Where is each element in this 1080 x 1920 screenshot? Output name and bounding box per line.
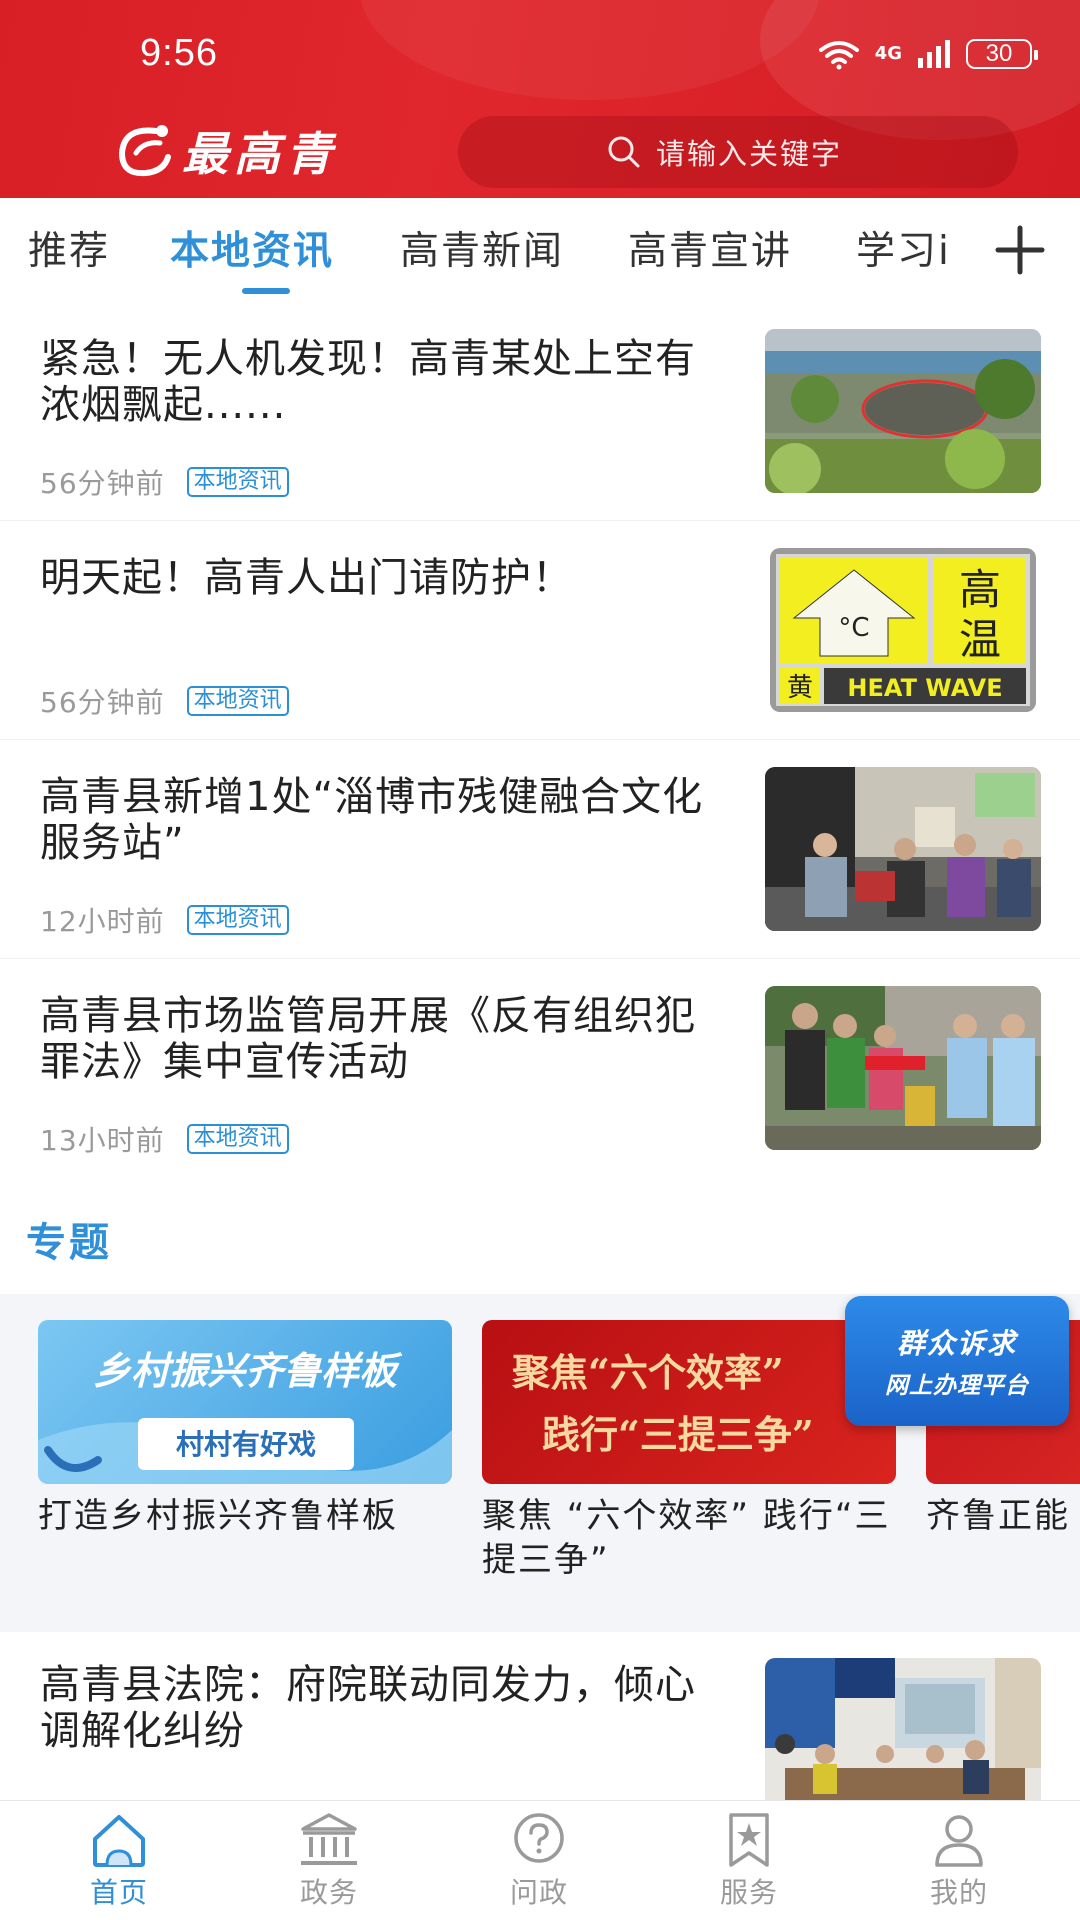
topic-card[interactable]: 聚焦“六个效率” 践行“三提三争” 聚焦 “六个效率” 践行“三提三争” [482, 1320, 896, 1582]
topic-section-header: 专题 [0, 1174, 1080, 1294]
app-header: 9:56 4G 30 最高青 请输入关键字 [0, 0, 1080, 198]
tab-gaoqing-news[interactable]: 高青新闻 [400, 220, 564, 276]
news-item[interactable]: 高青县法院：府院联动同发力，倾心调解化纠纷 [0, 1632, 1080, 1800]
topic-card[interactable]: 乡村振兴齐鲁样板 村村有好戏 打造乡村振兴齐鲁样板 [38, 1320, 452, 1538]
nav-service[interactable]: 服务 [674, 1811, 824, 1911]
heat-wave-warning-sign: °C 高 温 黄 HEAT WAVE [770, 548, 1036, 712]
warning-unit: °C [838, 613, 869, 643]
app-logo[interactable]: 最高青 [116, 118, 338, 184]
news-time: 12小时前 [40, 905, 165, 938]
tab-study[interactable]: 学习i [856, 220, 951, 276]
news-title: 高青县法院：府院联动同发力，倾心调解化纠纷 [40, 1662, 696, 1754]
active-tab-indicator [242, 288, 290, 294]
add-channel-icon[interactable] [992, 222, 1048, 278]
news-title: 明天起！高青人出门请防护！ [40, 555, 573, 601]
news-thumbnail [765, 986, 1041, 1150]
nav-profile[interactable]: 我的 [884, 1811, 1034, 1911]
news-time: 56分钟前 [40, 686, 165, 719]
tab-local-news[interactable]: 本地资讯 [170, 220, 334, 276]
topic-caption: 打造乡村振兴齐鲁样板 [38, 1496, 398, 1536]
news-tag-badge: 本地资讯 [186, 686, 289, 716]
news-thumbnail [765, 1658, 1041, 1800]
bottom-navigation: 首页 政务 问政 服务 我的 [0, 1800, 1080, 1920]
nav-label: 服务 [719, 1876, 778, 1909]
wifi-icon [818, 41, 859, 70]
news-thumbnail: °C 高 温 黄 HEAT WAVE [770, 548, 1036, 712]
header-decoration [360, 0, 820, 100]
court-meeting-photo [765, 1658, 1041, 1800]
news-tag-badge: 本地资讯 [186, 905, 289, 935]
nav-inquiry[interactable]: 问政 [464, 1811, 614, 1911]
status-time: 9:56 [140, 32, 218, 74]
appeal-platform-line2: 网上办理平台 [885, 1373, 1029, 1399]
news-time: 56分钟前 [40, 467, 165, 500]
topic-banner-subtitle: 村村有好戏 [176, 1428, 316, 1461]
topic-banner-art: 聚焦“六个效率” 践行“三提三争” [511, 1350, 814, 1457]
network-type: 4G [874, 43, 902, 64]
topic-banner-subtitle: 践行“三提三争” [542, 1412, 814, 1457]
topic-caption: 齐鲁正能 [926, 1496, 1070, 1536]
news-time: 13小时前 [40, 1124, 165, 1157]
nav-government[interactable]: 政务 [254, 1811, 404, 1911]
nav-label: 首页 [89, 1876, 148, 1909]
service-station-photo [765, 767, 1041, 931]
topic-banner-art: 乡村振兴齐鲁样板 村村有好戏 [38, 1349, 452, 1484]
news-title: 紧急！无人机发现！高青某处上空有浓烟飘起...... [40, 336, 696, 428]
news-meta: 13小时前 本地资讯 [40, 1119, 289, 1159]
logo-mark-icon [118, 125, 171, 177]
news-item[interactable]: 高青县市场监管局开展《反有组织犯罪法》集中宣传活动 13小时前 本地资讯 [0, 959, 1080, 1178]
topic-banner-title: 聚焦“六个效率” [511, 1350, 784, 1395]
news-meta: 56分钟前 本地资讯 [40, 462, 289, 502]
home-icon [93, 1815, 145, 1867]
bookmark-star-icon [729, 1813, 769, 1867]
appeal-platform-line1: 群众诉求 [896, 1327, 1017, 1360]
search-icon [608, 136, 640, 168]
signal-icon [918, 40, 950, 68]
appeal-platform-button[interactable]: 群众诉求 网上办理平台 [845, 1296, 1069, 1426]
propaganda-activity-photo [765, 986, 1041, 1150]
nav-label: 问政 [509, 1876, 568, 1909]
news-thumbnail [765, 767, 1041, 931]
user-icon [935, 1815, 983, 1867]
news-item[interactable]: 高青县新增1处“淄博市残健融合文化服务站” 12小时前 本地资讯 [0, 740, 1080, 959]
tab-gaoqing-lecture[interactable]: 高青宣讲 [628, 220, 792, 276]
topic-banner-title: 乡村振兴齐鲁样板 [93, 1349, 403, 1393]
warning-level: 黄 [787, 673, 813, 703]
channel-tabs: 推荐 本地资讯 高青新闻 高青宣讲 学习i [0, 198, 1080, 302]
search-placeholder: 请输入关键字 [656, 137, 843, 171]
topic-banner: 聚焦“六个效率” 践行“三提三争” [482, 1320, 896, 1484]
news-thumbnail [765, 329, 1041, 493]
topic-banner: 乡村振兴齐鲁样板 村村有好戏 [38, 1320, 452, 1484]
nav-label: 政务 [299, 1876, 358, 1909]
battery-indicator: 30 [966, 39, 1038, 69]
tab-recommend[interactable]: 推荐 [28, 220, 110, 276]
topic-caption: 聚焦 “六个效率” 践行“三提三争” [482, 1496, 891, 1580]
news-tag-badge: 本地资讯 [186, 1124, 289, 1154]
warning-text-high: 高 [959, 565, 1001, 614]
warning-english: HEAT WAVE [847, 674, 1002, 702]
news-item[interactable]: 明天起！高青人出门请防护！ 56分钟前 本地资讯 °C 高 温 黄 HEAT W… [0, 521, 1080, 740]
news-meta: 56分钟前 本地资讯 [40, 681, 289, 721]
status-icons: 4G 30 [817, 38, 1038, 70]
nav-label: 我的 [929, 1876, 988, 1909]
news-title: 高青县新增1处“淄博市残健融合文化服务站” [40, 774, 704, 866]
news-tag-badge: 本地资讯 [186, 467, 289, 497]
logo-text: 最高青 [182, 127, 338, 181]
topic-section-title: 专题 [26, 1220, 112, 1266]
question-icon [514, 1813, 564, 1863]
government-icon [301, 1813, 357, 1865]
news-title: 高青县市场监管局开展《反有组织犯罪法》集中宣传活动 [40, 993, 696, 1085]
warning-text-temp: 温 [959, 615, 1001, 664]
tab-fade [948, 210, 998, 280]
news-meta: 12小时前 本地资讯 [40, 900, 289, 940]
search-input[interactable]: 请输入关键字 [458, 116, 1018, 188]
drone-smoke-photo [765, 329, 1041, 493]
news-item[interactable]: 紧急！无人机发现！高青某处上空有浓烟飘起...... 56分钟前 本地资讯 [0, 302, 1080, 521]
nav-home[interactable]: 首页 [44, 1811, 194, 1911]
